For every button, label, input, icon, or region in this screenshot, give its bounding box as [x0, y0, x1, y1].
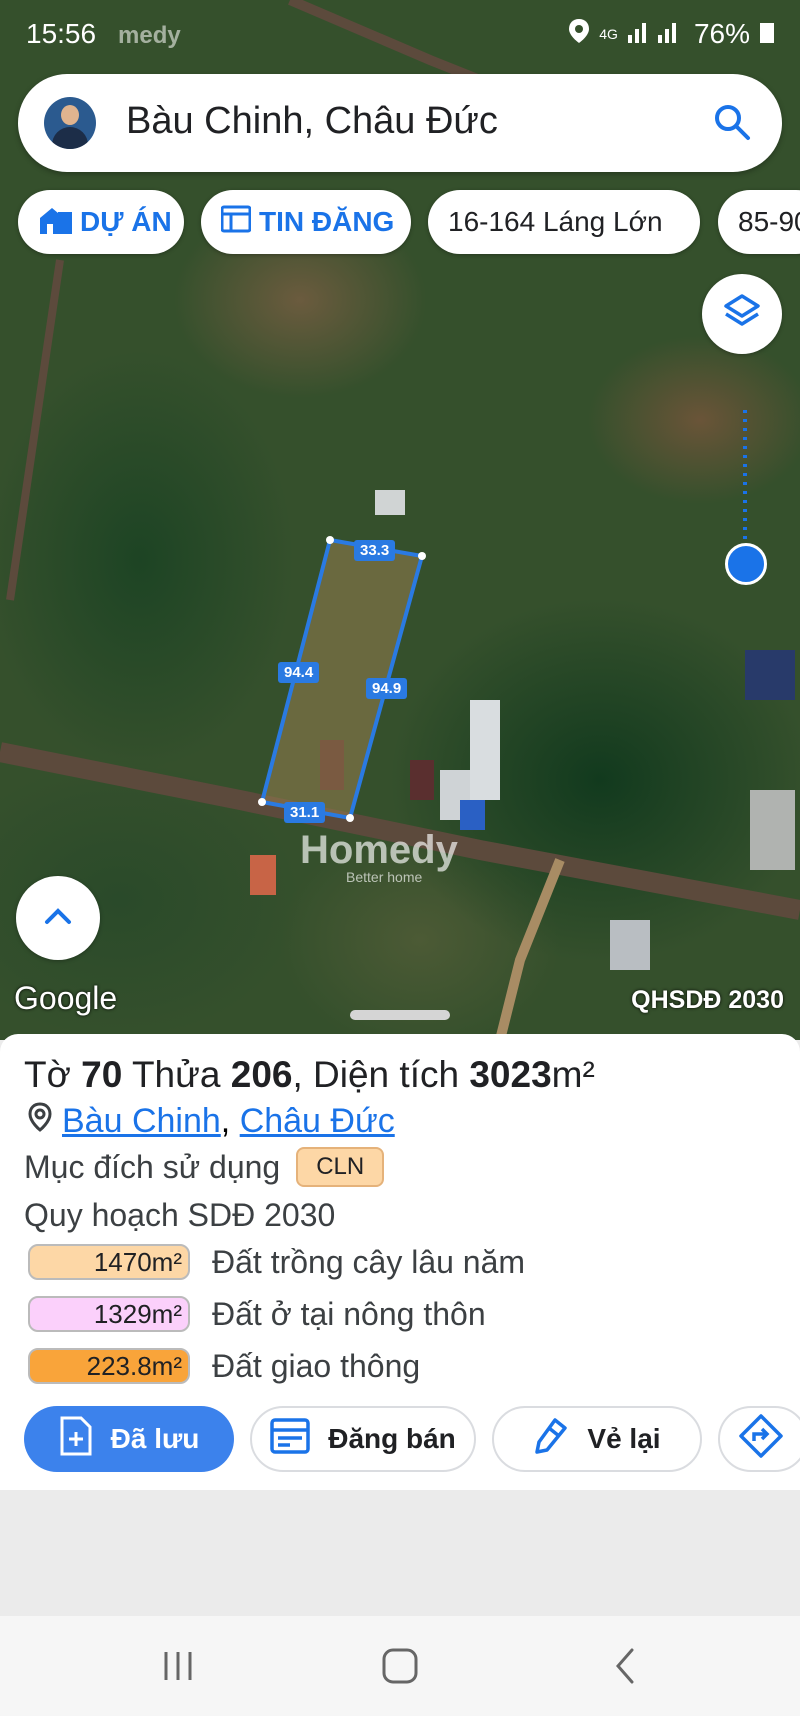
chevron-up-icon — [44, 907, 72, 930]
plan-title: Quy hoạch SDĐ 2030 — [24, 1197, 336, 1233]
search-bar[interactable]: Bàu Chinh, Châu Đức — [18, 74, 782, 172]
action-bar: Đã lưu Đăng bán Vẻ lại — [24, 1406, 800, 1474]
zone-row: 1329m² Đất ở tại nông thôn — [28, 1294, 486, 1334]
plot-edge-top-label: 33.3 — [354, 540, 396, 561]
homedy-watermark: Homedy Better home — [300, 828, 458, 885]
avatar[interactable] — [44, 97, 96, 149]
parcel-info-sheet: Tờ 70 Thửa 206, Diện tích 3023m² Bàu Chi… — [0, 1034, 800, 1490]
zone-row: 1470m² Đất trồng cây lâu năm — [28, 1242, 525, 1282]
pen-icon — [533, 1416, 569, 1463]
status-bar: 15:56 4G 76% — [0, 0, 800, 70]
home-icon[interactable] — [380, 1646, 420, 1686]
chip-address-2[interactable]: 85-90 — [718, 190, 800, 254]
chip-tin-dang[interactable]: TIN ĐĂNG — [201, 190, 411, 254]
sheet-drag-handle[interactable] — [350, 1010, 450, 1020]
layers-button[interactable] — [702, 274, 782, 354]
filter-chips: DỰ ÁN TIN ĐĂNG 16-164 Láng Lớn 85-90 — [18, 190, 800, 256]
land-use-badge: CLN — [296, 1147, 385, 1187]
plot-edge-bottom-label: 31.1 — [284, 802, 326, 823]
zone-row: 223.8m² Đất giao thông — [28, 1346, 420, 1386]
location-pin-icon — [28, 1102, 52, 1141]
directions-button[interactable] — [718, 1406, 800, 1472]
plot-edge-right-label: 94.9 — [366, 678, 408, 699]
google-logo: Google — [14, 980, 118, 1016]
land-use-purpose: Mục đích sử dụng CLN — [24, 1147, 385, 1187]
plot-edge-left-label: 94.4 — [278, 662, 320, 683]
recent-apps-icon[interactable] — [158, 1646, 198, 1686]
my-location-dot — [725, 543, 767, 585]
listing-icon — [220, 205, 252, 240]
signal-icon — [627, 18, 684, 50]
status-time: 15:56 — [26, 18, 97, 49]
map-overlay-label: QHSDĐ 2030 — [631, 986, 784, 1014]
battery-icon — [760, 18, 774, 50]
chip-du-an[interactable]: DỰ ÁN — [18, 190, 184, 254]
parcel-location: Bàu Chinh, Châu Đức — [28, 1102, 395, 1141]
search-query[interactable]: Bàu Chinh, Châu Đức — [126, 100, 498, 143]
zone-label: Đất giao thông — [212, 1347, 421, 1384]
file-add-icon — [59, 1416, 93, 1463]
saved-button[interactable]: Đã lưu — [24, 1406, 234, 1472]
zone-area: 1470m² — [28, 1244, 190, 1280]
system-nav-bar — [0, 1616, 800, 1716]
zone-area: 223.8m² — [28, 1348, 190, 1384]
redraw-button[interactable]: Vẻ lại — [492, 1406, 702, 1472]
chip-address-1[interactable]: 16-164 Láng Lớn — [428, 190, 700, 254]
location-icon — [569, 18, 590, 50]
network-type: 4G — [599, 26, 618, 42]
expand-up-button[interactable] — [16, 876, 100, 960]
battery-level: 76% — [693, 18, 750, 49]
ward-link[interactable]: Bàu Chinh — [62, 1102, 221, 1140]
building-icon — [38, 204, 72, 241]
form-icon — [270, 1417, 310, 1461]
zone-label: Đất trồng cây lâu năm — [212, 1243, 526, 1280]
parcel-title: Tờ 70 Thửa 206, Diện tích 3023m² — [24, 1054, 595, 1095]
search-icon[interactable] — [710, 100, 754, 144]
zone-label: Đất ở tại nông thôn — [212, 1295, 486, 1332]
district-link[interactable]: Châu Đức — [240, 1102, 395, 1140]
post-sale-button[interactable]: Đăng bán — [250, 1406, 476, 1472]
directions-icon — [738, 1413, 784, 1466]
zone-area: 1329m² — [28, 1296, 190, 1332]
back-icon[interactable] — [606, 1646, 646, 1686]
layers-icon — [722, 292, 762, 337]
